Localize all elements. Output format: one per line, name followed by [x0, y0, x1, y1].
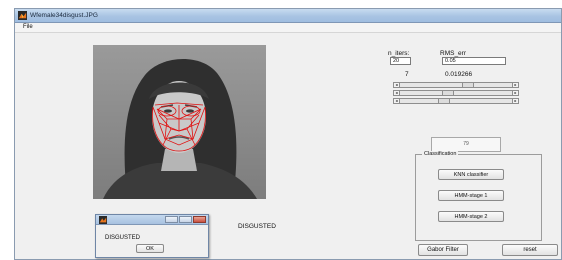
slider-3[interactable]: ◂ ▸ — [393, 98, 519, 104]
ok-button[interactable]: OK — [136, 244, 164, 253]
slider-thumb[interactable] — [442, 91, 454, 95]
rms-err-label: RMS_err — [440, 50, 467, 57]
slider-2[interactable]: ◂ ▸ — [393, 90, 519, 96]
face-photo-illustration — [93, 45, 266, 199]
menu-file[interactable]: File — [21, 24, 35, 30]
dialog-title-bar — [96, 215, 208, 225]
gabor-filter-button[interactable]: Gabor Filter — [418, 244, 468, 256]
matlab-icon — [99, 216, 107, 224]
message-dialog: DISGUSTED OK — [95, 214, 209, 258]
classification-panel-title: Classification — [422, 151, 459, 157]
slider-left-arrow-icon[interactable]: ◂ — [394, 99, 400, 103]
slider-right-arrow-icon[interactable]: ▸ — [512, 91, 518, 95]
knn-classifier-button[interactable]: KNN classifier — [438, 169, 504, 180]
rms-err-input[interactable]: 0.05 — [442, 57, 506, 65]
reset-button[interactable]: reset — [502, 244, 558, 256]
matlab-icon — [18, 11, 27, 20]
current-rms-value: 0.019266 — [445, 71, 473, 78]
main-window: Wfemale34disgust.JPG File n_iters: RMS_e… — [14, 8, 562, 260]
dialog-message: DISGUSTED — [105, 235, 141, 241]
slider-left-arrow-icon[interactable]: ◂ — [394, 91, 400, 95]
emotion-result-text: DISGUSTED — [238, 223, 276, 230]
classification-panel: Classification KNN classifier HMM-stage … — [415, 151, 542, 241]
hmm-stage-2-button[interactable]: HMM-stage 2 — [438, 211, 504, 222]
face-image — [93, 45, 266, 199]
n-iters-label: n_iters: — [388, 50, 410, 57]
slider-right-arrow-icon[interactable]: ▸ — [512, 99, 518, 103]
slider-right-arrow-icon[interactable]: ▸ — [512, 83, 518, 87]
current-iteration: 7 — [405, 71, 409, 78]
close-icon[interactable] — [193, 216, 206, 223]
slider-thumb[interactable] — [462, 83, 474, 87]
n-iters-input[interactable]: 20 — [390, 57, 411, 65]
slider-1[interactable]: ◂ ▸ — [393, 82, 519, 88]
minimize-icon[interactable] — [165, 216, 178, 223]
maximize-icon[interactable] — [179, 216, 192, 223]
slider-thumb[interactable] — [438, 99, 450, 103]
result-display: 79 — [431, 137, 501, 152]
window-title: Wfemale34disgust.JPG — [30, 12, 98, 19]
menu-bar: File — [15, 23, 561, 33]
slider-left-arrow-icon[interactable]: ◂ — [394, 83, 400, 87]
title-bar: Wfemale34disgust.JPG — [15, 9, 561, 23]
hmm-stage-1-button[interactable]: HMM-stage 1 — [438, 190, 504, 201]
